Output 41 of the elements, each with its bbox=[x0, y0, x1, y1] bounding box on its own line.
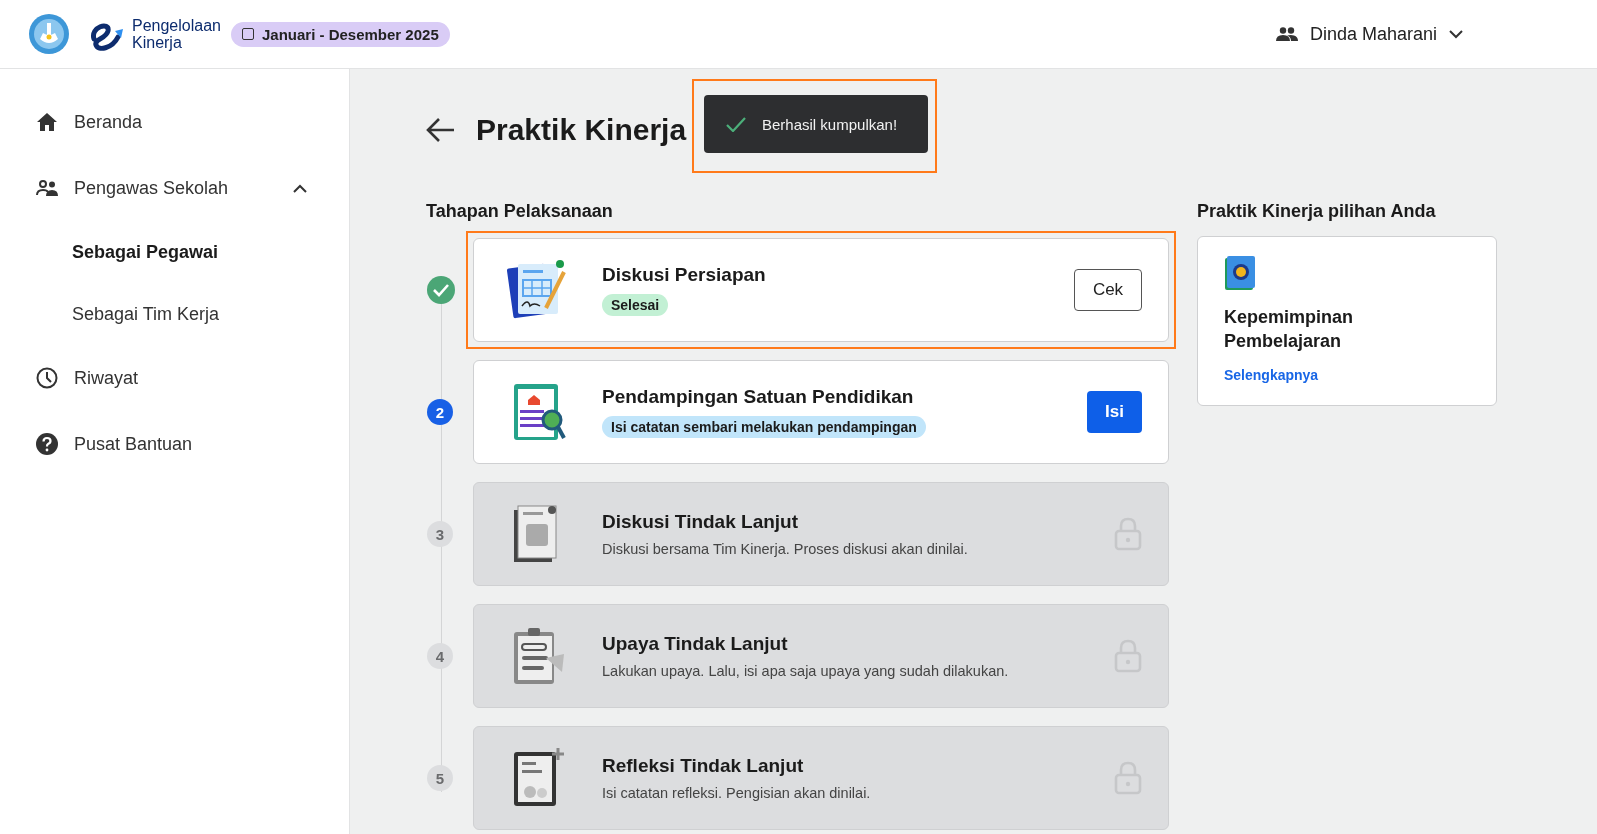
choice-title: Kepemimpinan Pembelajaran bbox=[1224, 306, 1355, 353]
sidebar-subitem[interactable]: Sebagai Pegawai bbox=[0, 221, 349, 283]
page-title: Praktik Kinerja bbox=[476, 113, 687, 147]
home-icon bbox=[36, 112, 58, 132]
step-number: 4 bbox=[427, 643, 453, 669]
book-emblem-icon bbox=[1224, 255, 1256, 291]
people-icon bbox=[1275, 27, 1298, 41]
step-title: Refleksi Tindak Lanjut bbox=[602, 755, 804, 777]
sidebar-subitem[interactable]: Sebagai Tim Kerja bbox=[0, 283, 349, 345]
status-badge: Selesai bbox=[602, 294, 669, 316]
checkmark-icon bbox=[726, 116, 746, 132]
chevron-down-icon bbox=[1449, 29, 1463, 39]
sidebar-item[interactable]: Beranda bbox=[0, 89, 349, 155]
step-description: Diskusi bersama Tim Kinerja. Proses diskusi akan dinilai. bbox=[602, 541, 968, 557]
sidebar-item[interactable]: Pengawas Sekolah bbox=[0, 155, 349, 221]
period-chip[interactable]: Januari - Desember 2025 bbox=[230, 21, 450, 47]
step-button[interactable]: Isi bbox=[1087, 391, 1142, 433]
back-arrow-icon[interactable] bbox=[426, 117, 456, 143]
step-title: Diskusi Tindak Lanjut bbox=[602, 511, 799, 533]
toast-message: Berhasil kumpulkan! bbox=[762, 115, 898, 133]
step-description: Lakukan upaya. Lalu, isi apa saja upaya yang sudah dilakukan. bbox=[602, 663, 1009, 679]
sidebar-item[interactable]: Riwayat bbox=[0, 345, 349, 411]
sidebar-item[interactable]: Pusat Bantuan bbox=[0, 411, 349, 477]
step-number: 2 bbox=[427, 399, 453, 425]
emblem-logo-icon bbox=[28, 13, 70, 55]
step-number: 3 bbox=[427, 521, 453, 547]
status-badge: Isi catatan sembari melakukan pendampingan bbox=[602, 416, 926, 438]
clock-icon bbox=[36, 367, 58, 389]
step-title: Pendampingan Satuan Pendidikan bbox=[602, 386, 914, 408]
step-title: Upaya Tindak Lanjut bbox=[602, 633, 788, 655]
step-title: Diskusi Persiapan bbox=[602, 264, 766, 286]
help-icon bbox=[36, 433, 58, 455]
app-name: Pengelolaan Kinerja bbox=[132, 17, 221, 51]
section-heading: Praktik Kinerja pilihan Anda bbox=[1197, 201, 1437, 222]
step-number: 5 bbox=[427, 765, 453, 791]
people-icon bbox=[36, 180, 58, 196]
user-menu[interactable]: Dinda Maharani bbox=[1269, 22, 1469, 46]
step-description: Isi catatan refleksi. Pengisian akan dinilai. bbox=[602, 785, 871, 801]
section-heading: Tahapan Pelaksanaan bbox=[426, 201, 614, 222]
more-link[interactable]: Selengkapnya bbox=[1224, 367, 1319, 383]
step-button[interactable]: Cek bbox=[1074, 269, 1142, 311]
